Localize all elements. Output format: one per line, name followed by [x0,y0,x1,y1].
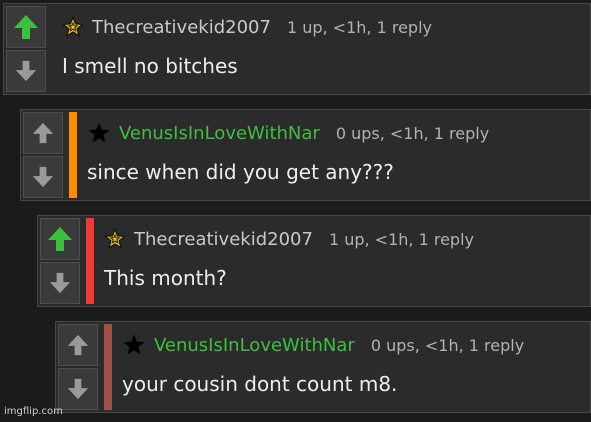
thread-depth-bar [86,218,94,304]
comment: VenusIsInLoveWithNar 0 ups, <1h, 1 reply… [55,321,591,413]
username-link[interactable]: Thecreativekid2007 [92,17,271,38]
comment-meta: 0 ups, <1h, 1 reply [370,335,525,355]
comment-header: VenusIsInLoveWithNar 0 ups, <1h, 1 reply [87,118,489,148]
down-arrow-icon [32,166,54,188]
comment-text: I smell no bitches [62,54,238,78]
up-arrow-icon [14,15,38,39]
up-arrow-icon [67,334,89,356]
downvote-button[interactable] [58,368,98,410]
gold-star-icon [62,16,84,38]
downvote-button[interactable] [6,50,46,92]
vote-column [23,112,63,198]
username-link[interactable]: VenusIsInLoveWithNar [119,123,320,144]
site-watermark: imgflip.com [4,406,63,417]
vote-column [6,6,46,92]
username-link[interactable]: VenusIsInLoveWithNar [154,335,355,356]
comment-meta: 0 ups, <1h, 1 reply [335,123,490,143]
comment-meta: 1 up, <1h, 1 reply [286,17,432,37]
thread-depth-bar [104,324,112,410]
vote-column [58,324,98,410]
upvote-button[interactable] [6,6,46,48]
upvote-button[interactable] [23,112,63,154]
upvote-button[interactable] [40,218,80,260]
black-star-icon [87,121,111,145]
vote-column [40,218,80,304]
comment: VenusIsInLoveWithNar 0 ups, <1h, 1 reply… [20,109,591,201]
upvote-button[interactable] [58,324,98,366]
up-arrow-icon [48,227,72,251]
downvote-button[interactable] [23,156,63,198]
gold-star-icon [104,228,126,250]
comment-text: This month? [104,266,227,290]
comment-text: since when did you get any??? [87,160,394,184]
comment: Thecreativekid2007 1 up, <1h, 1 reply Th… [37,215,591,307]
up-arrow-icon [32,122,54,144]
down-arrow-icon [15,60,37,82]
comment-header: Thecreativekid2007 1 up, <1h, 1 reply [62,12,432,42]
comment: Thecreativekid2007 1 up, <1h, 1 reply I … [3,3,591,95]
thread-depth-bar [69,112,77,198]
downvote-button[interactable] [40,262,80,304]
comment-header: Thecreativekid2007 1 up, <1h, 1 reply [104,224,474,254]
username-link[interactable]: Thecreativekid2007 [134,229,313,250]
comment-text: your cousin dont count m8. [122,372,398,396]
black-star-icon [122,333,146,357]
comment-header: VenusIsInLoveWithNar 0 ups, <1h, 1 reply [122,330,524,360]
down-arrow-icon [67,378,89,400]
comment-meta: 1 up, <1h, 1 reply [328,229,474,249]
down-arrow-icon [49,272,71,294]
